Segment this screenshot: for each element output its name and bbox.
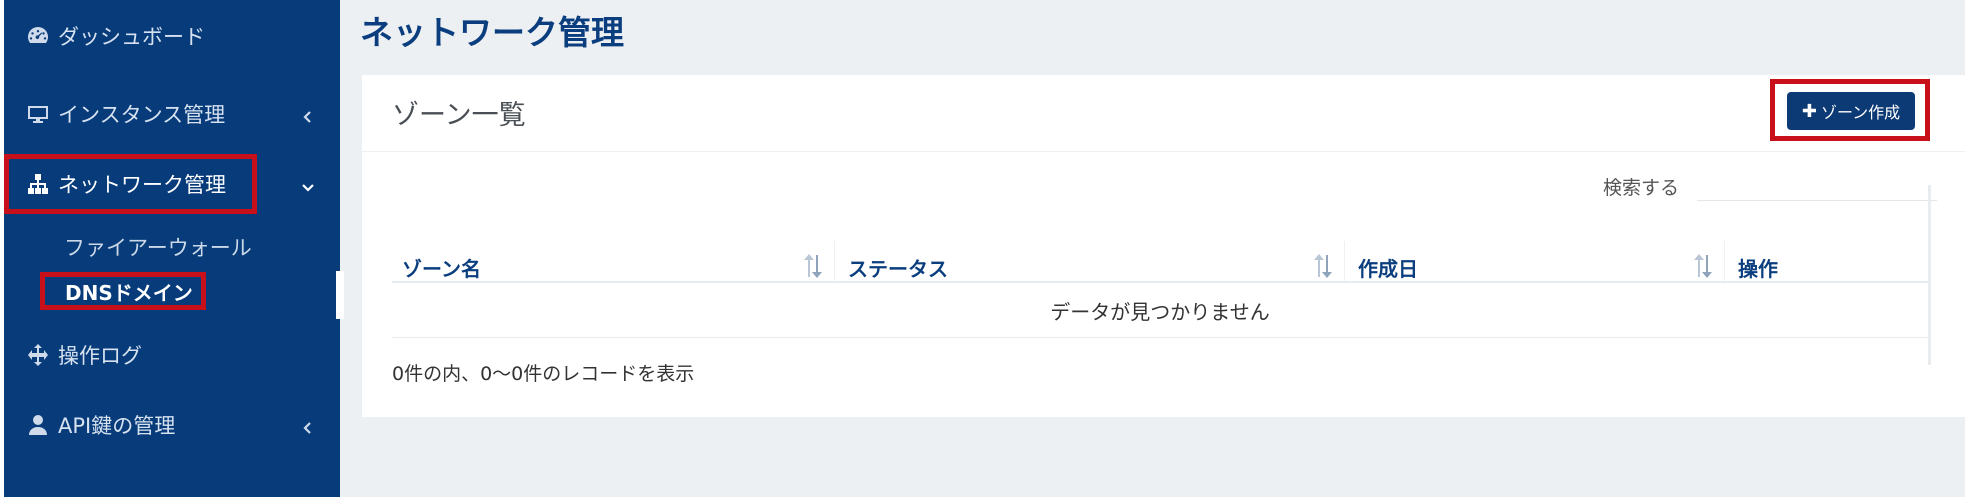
user-icon	[24, 411, 52, 439]
sidebar-subitem-dns-domain[interactable]: DNSドメイン	[40, 272, 206, 310]
search-label: 検索する	[1603, 177, 1680, 199]
sidebar-item-label: ダッシュボード	[58, 25, 205, 49]
plus-icon: ✚	[1801, 100, 1817, 122]
sidebar-item-label: API鍵の管理	[58, 414, 176, 438]
sidebar-item-operation-log[interactable]: 操作ログ	[4, 327, 340, 383]
sidebar-item-dashboard[interactable]: ダッシュボード	[4, 8, 340, 64]
column-separator	[1344, 241, 1345, 281]
sidebar: ダッシュボード インスタンス管理 ネットワーク管理 ファイアーウォール DNSド…	[0, 0, 344, 497]
sidebar-item-network[interactable]: ネットワーク管理	[4, 156, 340, 212]
create-zone-highlight-frame: ✚ ゾーン作成	[1770, 79, 1930, 141]
chevron-left-icon[interactable]	[300, 417, 316, 434]
sidebar-item-instances[interactable]: インスタンス管理	[4, 86, 340, 142]
active-item-marker	[336, 271, 344, 319]
sidebar-item-label: ネットワーク管理	[58, 173, 226, 197]
page-title: ネットワーク管理	[360, 13, 624, 52]
create-zone-label: ゾーン作成	[1820, 103, 1901, 122]
record-count-info: 0件の内、0〜0件のレコードを表示	[392, 363, 695, 385]
sidebar-item-label: 操作ログ	[58, 344, 142, 368]
sort-icon[interactable]	[1312, 253, 1334, 279]
create-zone-button[interactable]: ✚ ゾーン作成	[1787, 92, 1915, 130]
sidebar-subitem-firewall[interactable]: ファイアーウォール	[64, 232, 252, 262]
dashboard-gauge-icon	[24, 22, 52, 50]
sort-icon[interactable]	[802, 253, 824, 279]
card-divider	[362, 151, 1965, 152]
scroll-rule	[1928, 185, 1931, 365]
column-separator	[834, 241, 835, 281]
chevron-left-icon[interactable]	[300, 106, 316, 123]
search-input[interactable]	[1697, 165, 1937, 201]
chevron-down-icon[interactable]	[300, 176, 316, 192]
sort-icon[interactable]	[1692, 253, 1714, 279]
sitemap-icon	[24, 170, 52, 198]
move-arrows-icon	[24, 341, 52, 369]
sidebar-item-api-keys[interactable]: API鍵の管理	[4, 397, 340, 453]
card-title: ゾーン一覧	[392, 100, 526, 131]
row-divider	[392, 337, 1928, 338]
empty-table-message: データが見つかりません	[1050, 299, 1270, 324]
column-separator	[1724, 241, 1725, 281]
monitor-icon	[24, 100, 52, 128]
zone-list-card: ゾーン一覧 ✚ ゾーン作成 検索する ゾーン名 ステータス 作成日 操作 データ…	[362, 75, 1965, 417]
sidebar-item-label: インスタンス管理	[58, 103, 226, 127]
